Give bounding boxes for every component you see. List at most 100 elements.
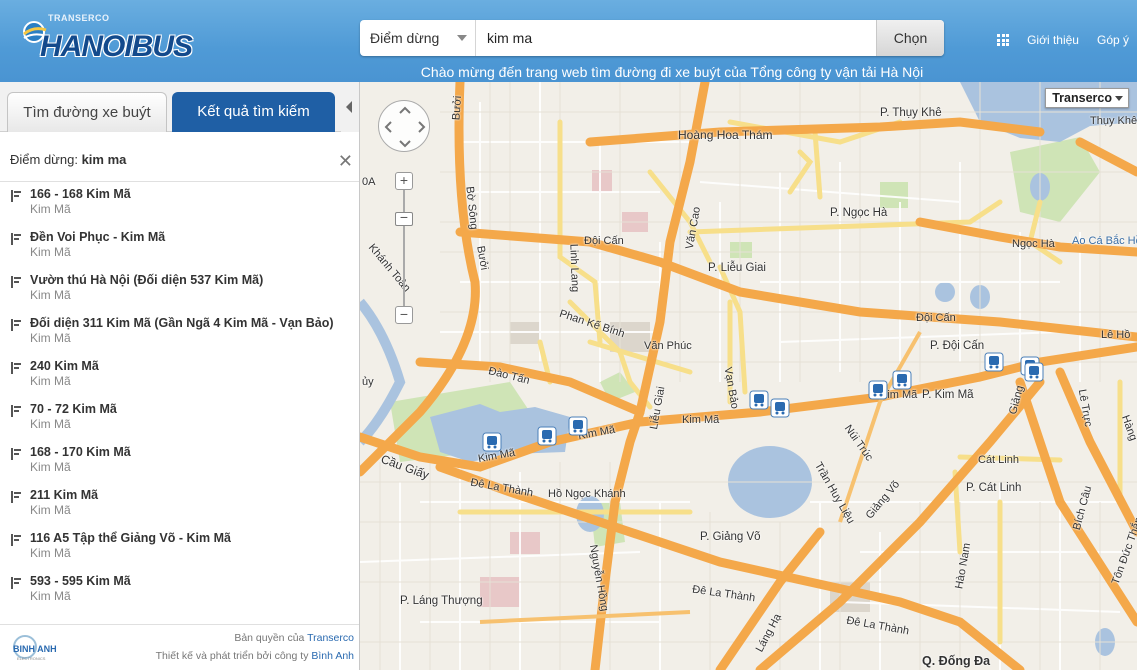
bus-stop-marker[interactable]: [868, 380, 888, 400]
result-street: Kim Mã: [30, 417, 71, 431]
map-label-van-phuc: Văn Phúc: [644, 340, 692, 352]
result-item[interactable]: 168 - 170 Kim Mã Kim Mã: [0, 440, 359, 483]
bus-stop-icon: [11, 276, 21, 288]
stop-query-summary: Điểm dừng: kim ma ✕: [0, 132, 359, 182]
bus-stop-marker[interactable]: [749, 390, 769, 410]
chevron-down-icon: [457, 35, 467, 41]
nav-feedback-link[interactable]: Góp ý: [1097, 33, 1129, 47]
sidebar-footer: BINH ANH ELECTRONICS Bản quyền của Trans…: [0, 624, 359, 670]
result-title: 211 Kim Mã: [30, 488, 99, 502]
pan-right-icon: [418, 121, 426, 133]
result-title: Đền Voi Phục - Kim Mã: [30, 230, 166, 244]
map-label-p-thuy-khe: P. Thụy Khê: [880, 107, 942, 119]
header-bar: TRANSERCO HANOIBUS Điểm dừng Chọn Chào m…: [0, 0, 1137, 82]
zoom-in-button[interactable]: +: [395, 172, 413, 190]
bus-stop-marker[interactable]: [892, 370, 912, 390]
map-label-p-lieu-giai: P. Liễu Giai: [708, 262, 766, 274]
bus-stop-icon: [11, 448, 21, 460]
bus-stop-marker[interactable]: [537, 426, 557, 446]
result-title: Vườn thú Hà Nội (Đối diện 537 Kim Mã): [30, 273, 264, 287]
search-bar: Điểm dừng Chọn: [360, 20, 944, 56]
top-nav: Giới thiệu Góp ý: [997, 33, 1129, 47]
result-item[interactable]: Đối diện 311 Kim Mã (Gần Ngã 4 Kim Mã - …: [0, 311, 359, 354]
result-title: 166 - 168 Kim Mã: [30, 187, 131, 201]
result-street: Kim Mã: [30, 589, 71, 603]
result-item[interactable]: 70 - 72 Kim Mã Kim Mã: [0, 397, 359, 440]
result-item[interactable]: 240 Kim Mã Kim Mã: [0, 354, 359, 397]
search-type-select[interactable]: Điểm dừng: [360, 20, 476, 56]
binh-anh-link[interactable]: Bình Anh: [311, 650, 354, 662]
result-title: 168 - 170 Kim Mã: [30, 445, 131, 459]
map-type-select[interactable]: Transerco: [1045, 88, 1129, 108]
apps-grid-icon[interactable]: [997, 34, 1010, 46]
bus-stop-icon: [11, 319, 21, 331]
query-value: kim ma: [81, 152, 127, 167]
bus-stop-icon: [11, 491, 21, 503]
map-base-layer: [360, 82, 1137, 670]
map-label-ao-ca: Ao Cá Bắc Hồ: [1072, 235, 1137, 247]
zoom-level-handle[interactable]: −: [395, 210, 413, 226]
result-street: Kim Mã: [30, 503, 71, 517]
logo-wordmark: HANOIBUS: [40, 30, 193, 63]
map-label-uy: ủy: [362, 376, 374, 388]
tab-search-results[interactable]: Kết quả tìm kiếm: [172, 92, 335, 132]
map-label-0a: 0A: [362, 176, 376, 188]
map-canvas[interactable]: P. Thụy Khê Thụy Khê Hoàng Hoa Thám P. N…: [360, 82, 1137, 670]
bus-stop-marker[interactable]: [568, 416, 588, 436]
map-label-p-lang-thuong: P. Láng Thượng: [400, 595, 483, 607]
map-label-buoi: Bưởi: [450, 95, 465, 121]
pan-control[interactable]: [378, 100, 430, 152]
copyright-prefix: Bản quyền của: [234, 632, 305, 644]
zoom-track[interactable]: [403, 190, 405, 306]
close-icon[interactable]: ✕: [338, 152, 353, 170]
bus-stop-marker[interactable]: [770, 398, 790, 418]
transerco-link[interactable]: Transerco: [307, 632, 354, 644]
pan-left-icon: [384, 121, 392, 133]
bus-stop-icon: [11, 577, 21, 589]
bus-stop-marker[interactable]: [1024, 362, 1044, 382]
result-street: Kim Mã: [30, 374, 71, 388]
tab-route-search[interactable]: Tìm đường xe buýt: [7, 92, 167, 132]
result-title: 593 - 595 Kim Mã: [30, 574, 131, 588]
result-title: 240 Kim Mã: [30, 359, 99, 373]
map-label-doi-can: Đội Cấn: [584, 235, 624, 247]
result-item[interactable]: 116 A5 Tập thể Giảng Võ - Kim Mã Kim Mã: [0, 526, 359, 569]
bus-stop-icon: [11, 362, 21, 374]
hanoibus-logo[interactable]: TRANSERCO HANOIBUS: [18, 12, 198, 68]
welcome-message: Chào mừng đến trang web tìm đường đi xe …: [420, 64, 924, 80]
pan-up-icon: [399, 106, 411, 114]
result-item[interactable]: 166 - 168 Kim Mã Kim Mã: [0, 182, 359, 225]
nav-intro-link[interactable]: Giới thiệu: [1027, 33, 1079, 47]
collapse-sidebar-button[interactable]: [341, 82, 359, 132]
binh-anh-logo[interactable]: BINH ANH ELECTRONICS: [11, 633, 61, 663]
zoom-control: + − −: [395, 172, 413, 324]
map-label-p-cat-linh: P. Cát Linh: [966, 482, 1022, 494]
map-label-p-doi-can: P. Đội Cấn: [930, 340, 985, 352]
result-item[interactable]: Vườn thú Hà Nội (Đối diện 537 Kim Mã) Kim…: [0, 268, 359, 311]
result-title: Đối diện 311 Kim Mã (Gần Ngã 4 Kim Mã - …: [30, 316, 334, 330]
bus-stop-marker[interactable]: [984, 352, 1004, 372]
bus-stop-icon: [11, 233, 21, 245]
result-street: Kim Mã: [30, 288, 71, 302]
map-label-ngoc-ha-street: Ngọc Hà: [1012, 238, 1055, 250]
result-item[interactable]: 593 - 595 Kim Mã Kim Mã: [0, 569, 359, 612]
bus-stop-marker[interactable]: [482, 432, 502, 452]
bus-stop-icon: [11, 534, 21, 546]
search-type-value: Điểm dừng: [370, 30, 440, 46]
zoom-out-button[interactable]: −: [395, 306, 413, 324]
result-item[interactable]: Đền Voi Phục - Kim Mã Kim Mã: [0, 225, 359, 268]
search-input[interactable]: [477, 20, 875, 56]
bus-stop-icon: [11, 190, 21, 202]
result-item[interactable]: 211 Kim Mã Kim Mã: [0, 483, 359, 526]
bus-stop-icon: [11, 405, 21, 417]
map-label-p-giang-vo: P. Giảng Võ: [700, 531, 761, 543]
result-title: 116 A5 Tập thể Giảng Võ - Kim Mã: [30, 531, 231, 545]
brand-text: BINH ANH: [13, 644, 57, 654]
map-label-ho-ngoc-khanh: Hồ Ngọc Khánh: [548, 488, 626, 500]
map-label-hoang-hoa-tham: Hoàng Hoa Thám: [678, 128, 773, 142]
map-label-p-ngoc-ha: P. Ngọc Hà: [830, 207, 888, 219]
pan-down-icon: [399, 140, 411, 148]
map-type-value: Transerco: [1052, 91, 1112, 105]
developer-prefix: Thiết kế và phát triển bởi công ty: [155, 650, 309, 662]
select-button[interactable]: Chọn: [876, 20, 944, 56]
